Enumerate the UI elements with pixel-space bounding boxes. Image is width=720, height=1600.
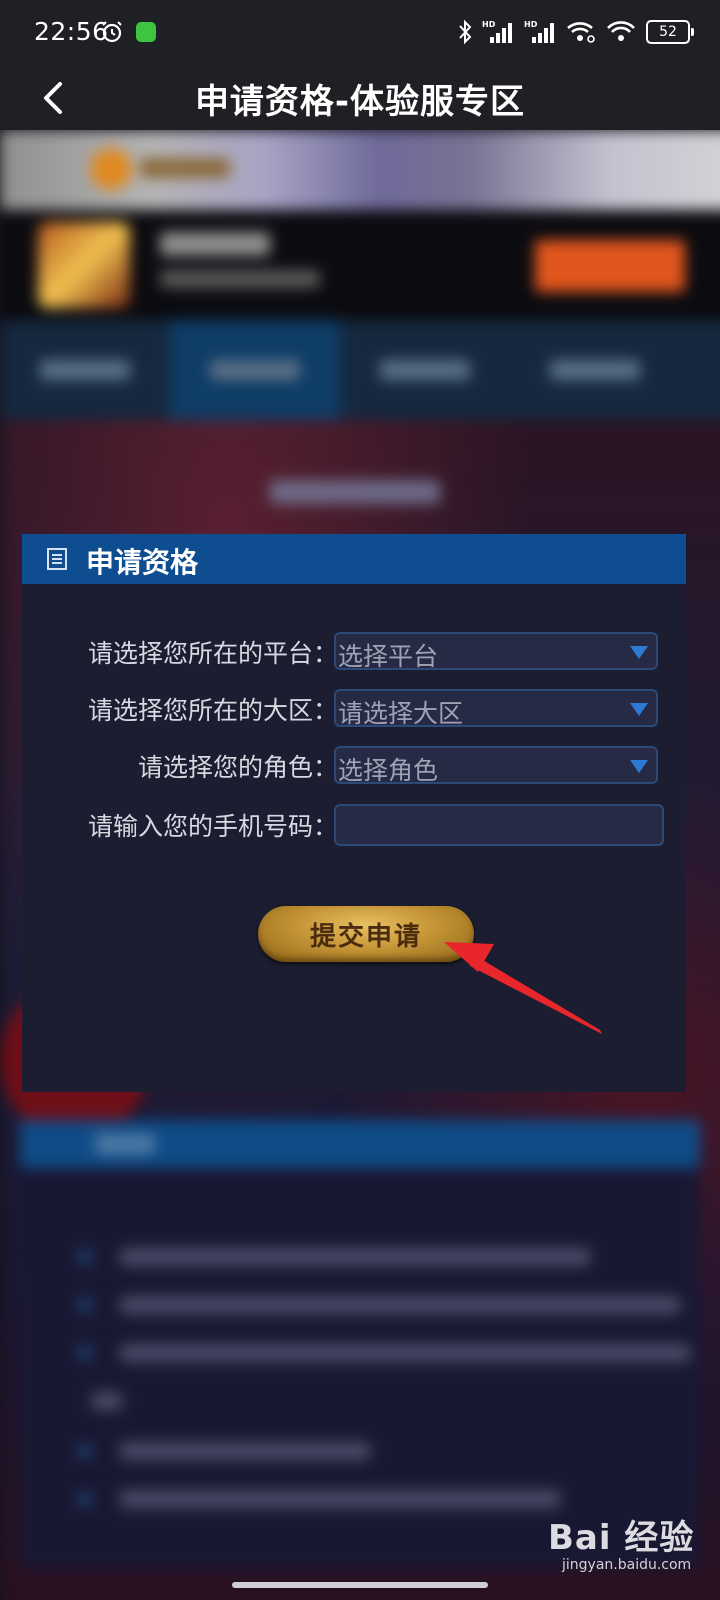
- watermark-brand: Bai 经验: [548, 1518, 695, 1558]
- apply-panel-title: 申请资格: [86, 546, 199, 579]
- platform-label: 请选择您所在的平台：: [87, 639, 338, 668]
- game-info-bar: [0, 210, 720, 320]
- app-bar: 申请资格-体验服专区: [0, 64, 720, 130]
- wifi-icon: [607, 21, 635, 41]
- role-select-value: 选择角色: [338, 756, 439, 785]
- tab-bar: [0, 320, 720, 424]
- dropdown-triangle-icon: [630, 646, 648, 659]
- dropdown-triangle-icon: [630, 703, 648, 716]
- gesture-nav-bar[interactable]: [232, 1582, 488, 1588]
- red-arrow-icon: [444, 942, 602, 1034]
- promo-banner: [0, 130, 720, 210]
- status-icons: HD HD 52: [458, 18, 694, 46]
- svg-text:HD: HD: [482, 20, 496, 29]
- signal-hd-icon: HD: [482, 20, 512, 43]
- status-time: 22:56: [34, 17, 109, 46]
- apply-panel-header: 申请资格: [22, 534, 686, 584]
- baidu-jingyan-watermark: Bai 经验 jingyan.baidu.com: [548, 1500, 708, 1580]
- bluetooth-icon: [459, 19, 472, 45]
- signal-hd-icon: HD: [524, 20, 554, 43]
- svg-text:HD: HD: [524, 20, 538, 29]
- phone-label: 请输入您的手机号码：: [87, 812, 338, 841]
- status-bar: 22:56 HD HD 52: [0, 0, 720, 64]
- secondary-panel-header: [20, 1120, 700, 1168]
- dropdown-triangle-icon: [630, 760, 648, 773]
- list-document-icon: [47, 548, 67, 570]
- phone-input[interactable]: [334, 804, 664, 846]
- alarm-icon: [102, 21, 122, 43]
- notification-app-icon: [136, 22, 156, 42]
- wifi-link-icon: [567, 22, 595, 43]
- platform-select[interactable]: 选择平台: [334, 632, 658, 671]
- role-select[interactable]: 选择角色: [334, 746, 658, 785]
- region-label: 请选择您所在的大区：: [87, 696, 338, 725]
- page-title: 申请资格-体验服专区: [194, 82, 526, 122]
- region-select[interactable]: 请选择大区: [334, 689, 658, 728]
- platform-select-value: 选择平台: [338, 642, 439, 671]
- region-select-value: 请选择大区: [338, 699, 464, 728]
- role-label: 请选择您的角色：: [137, 753, 338, 782]
- watermark-url: jingyan.baidu.com: [562, 1557, 692, 1573]
- battery-icon: 52: [646, 20, 694, 44]
